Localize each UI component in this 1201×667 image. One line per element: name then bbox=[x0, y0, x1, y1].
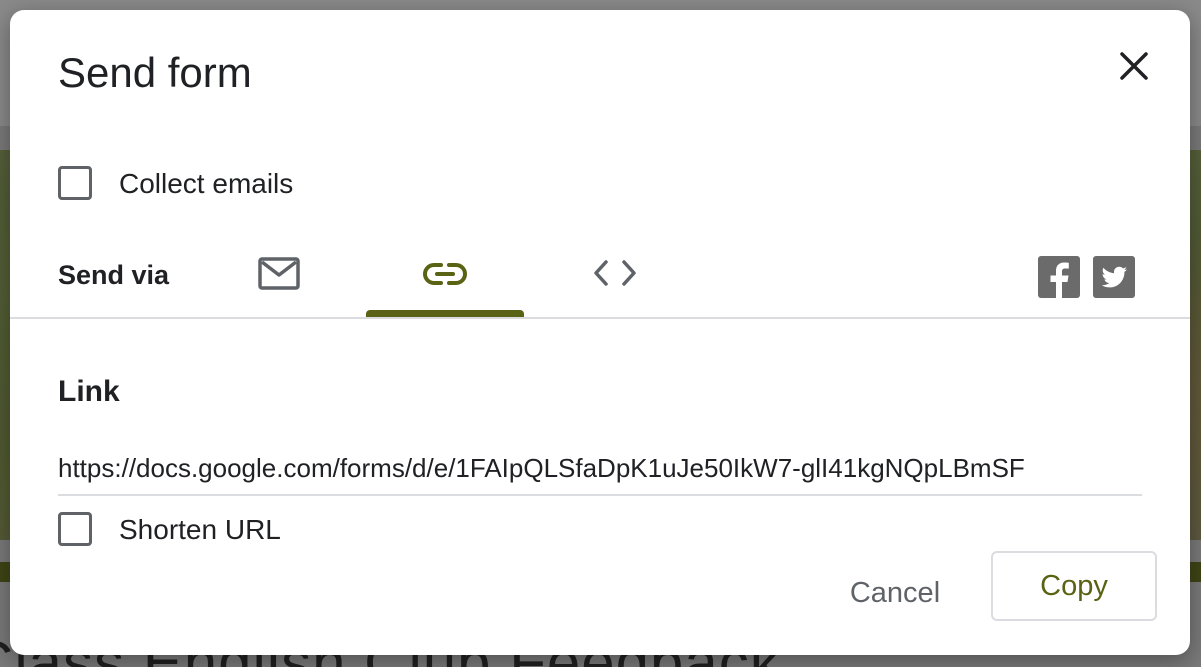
dialog-title: Send form bbox=[58, 49, 252, 96]
copy-button[interactable]: Copy bbox=[991, 551, 1157, 621]
link-icon bbox=[423, 263, 467, 285]
share-twitter-button[interactable] bbox=[1093, 256, 1135, 298]
close-icon bbox=[1120, 52, 1148, 80]
send-form-dialog: Send form Collect emails Send via Link h… bbox=[10, 10, 1190, 655]
link-url-field[interactable] bbox=[58, 448, 1142, 496]
collect-emails-checkbox[interactable] bbox=[58, 166, 92, 200]
twitter-icon bbox=[1101, 266, 1127, 288]
selected-tab-indicator bbox=[366, 310, 524, 317]
close-button[interactable] bbox=[1110, 42, 1158, 90]
tab-embed[interactable] bbox=[570, 242, 660, 318]
link-section-title: Link bbox=[58, 375, 120, 408]
send-via-label: Send via bbox=[58, 260, 170, 290]
facebook-icon bbox=[1050, 262, 1069, 298]
tab-email[interactable] bbox=[244, 242, 354, 318]
share-facebook-button[interactable] bbox=[1038, 256, 1080, 298]
shorten-url-checkbox[interactable] bbox=[58, 512, 92, 546]
code-icon bbox=[594, 260, 636, 286]
shorten-url-label: Shorten URL bbox=[119, 514, 281, 545]
tabs-divider bbox=[10, 317, 1190, 319]
tab-link[interactable] bbox=[366, 242, 524, 318]
mail-icon bbox=[258, 257, 300, 290]
cancel-button[interactable]: Cancel bbox=[830, 563, 960, 623]
link-url-input[interactable] bbox=[58, 448, 1142, 488]
collect-emails-label: Collect emails bbox=[119, 168, 294, 199]
